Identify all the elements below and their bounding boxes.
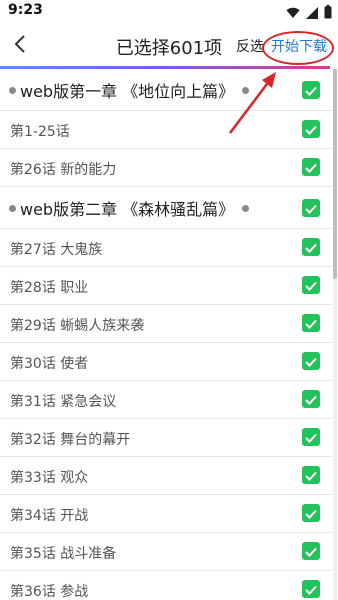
checkbox[interactable] bbox=[302, 542, 320, 560]
checkmark-icon bbox=[305, 466, 317, 485]
episode-row[interactable]: 第35话 战斗准备 bbox=[0, 533, 332, 571]
checkbox[interactable] bbox=[302, 390, 320, 408]
checkmark-icon bbox=[305, 542, 317, 561]
chapter-row[interactable]: web版第二章 《森林骚乱篇》 bbox=[0, 187, 332, 229]
checkbox[interactable] bbox=[302, 428, 320, 446]
checkmark-icon bbox=[305, 428, 317, 447]
episode-row[interactable]: 第34话 开战 bbox=[0, 495, 332, 533]
checkbox[interactable] bbox=[302, 238, 320, 256]
checkmark-icon bbox=[305, 390, 317, 409]
checkbox[interactable] bbox=[302, 276, 320, 294]
checkbox[interactable] bbox=[302, 580, 320, 598]
checkbox[interactable] bbox=[302, 466, 320, 484]
chapter-list[interactable]: web版第一章 《地位向上篇》第1-25话第26话 新的能力 web版第二章 《森… bbox=[0, 69, 332, 600]
checkmark-icon bbox=[305, 352, 317, 371]
reverse-select-button[interactable]: 反选 bbox=[236, 36, 264, 56]
bullet-dot bbox=[242, 87, 249, 94]
status-bar: 9:23 bbox=[0, 0, 338, 24]
battery-icon bbox=[324, 4, 332, 23]
checkbox[interactable] bbox=[302, 199, 320, 217]
episode-row[interactable]: 第33话 观众 bbox=[0, 457, 332, 495]
back-button[interactable] bbox=[6, 32, 34, 60]
checkmark-icon bbox=[305, 158, 317, 177]
episode-row[interactable]: 第32话 舞台的幕开 bbox=[0, 419, 332, 457]
header: 已选择601项 反选 开始下载 bbox=[0, 24, 338, 68]
episode-label: 第30话 使者 bbox=[10, 356, 89, 372]
episode-label: 第35话 战斗准备 bbox=[10, 546, 117, 562]
wifi-icon bbox=[286, 4, 300, 23]
status-time: 9:23 bbox=[8, 2, 43, 18]
checkbox[interactable] bbox=[302, 504, 320, 522]
chapter-row[interactable]: web版第一章 《地位向上篇》 bbox=[0, 69, 332, 111]
episode-label: 第27话 大鬼族 bbox=[10, 242, 103, 258]
checkmark-icon bbox=[305, 120, 317, 139]
scrollbar[interactable] bbox=[333, 69, 337, 600]
scroll-thumb[interactable] bbox=[333, 69, 337, 279]
checkmark-icon bbox=[305, 314, 317, 333]
episode-row[interactable]: 第31话 紧急会议 bbox=[0, 381, 332, 419]
checkmark-icon bbox=[305, 199, 317, 218]
checkbox[interactable] bbox=[302, 352, 320, 370]
chapter-label: web版第二章 《森林骚乱篇》 bbox=[20, 200, 235, 219]
checkmark-icon bbox=[305, 276, 317, 295]
bullet-dot bbox=[9, 87, 16, 94]
episode-row[interactable]: 第1-25话 bbox=[0, 111, 332, 149]
checkbox[interactable] bbox=[302, 120, 320, 138]
episode-label: 第34话 开战 bbox=[10, 508, 89, 524]
episode-label: 第31话 紧急会议 bbox=[10, 394, 117, 410]
episode-label: 第1-25话 bbox=[10, 124, 70, 140]
start-download-button[interactable]: 开始下载 bbox=[271, 36, 327, 56]
status-icons bbox=[286, 4, 332, 23]
episode-row[interactable]: 第30话 使者 bbox=[0, 343, 332, 381]
episode-row[interactable]: 第26话 新的能力 bbox=[0, 149, 332, 187]
episode-row[interactable]: 第36话 参战 bbox=[0, 571, 332, 600]
checkmark-icon bbox=[305, 504, 317, 523]
episode-row[interactable]: 第27话 大鬼族 bbox=[0, 229, 332, 267]
checkmark-icon bbox=[305, 81, 317, 100]
bullet-dot bbox=[9, 205, 16, 212]
episode-label: 第28话 职业 bbox=[10, 280, 89, 296]
episode-label: 第26话 新的能力 bbox=[10, 162, 117, 178]
episode-label: 第33话 观众 bbox=[10, 470, 89, 486]
chapter-label: web版第一章 《地位向上篇》 bbox=[20, 82, 235, 101]
checkmark-icon bbox=[305, 580, 317, 599]
checkbox[interactable] bbox=[302, 314, 320, 332]
signal-icon bbox=[306, 4, 318, 23]
episode-row[interactable]: 第29话 蜥蜴人族来袭 bbox=[0, 305, 332, 343]
episode-label: 第36话 参战 bbox=[10, 584, 89, 600]
chevron-left-icon bbox=[13, 34, 27, 58]
checkbox[interactable] bbox=[302, 81, 320, 99]
episode-label: 第29话 蜥蜴人族来袭 bbox=[10, 318, 145, 334]
episode-row[interactable]: 第28话 职业 bbox=[0, 267, 332, 305]
checkmark-icon bbox=[305, 238, 317, 257]
bullet-dot bbox=[242, 205, 249, 212]
checkbox[interactable] bbox=[302, 158, 320, 176]
episode-label: 第32话 舞台的幕开 bbox=[10, 432, 131, 448]
